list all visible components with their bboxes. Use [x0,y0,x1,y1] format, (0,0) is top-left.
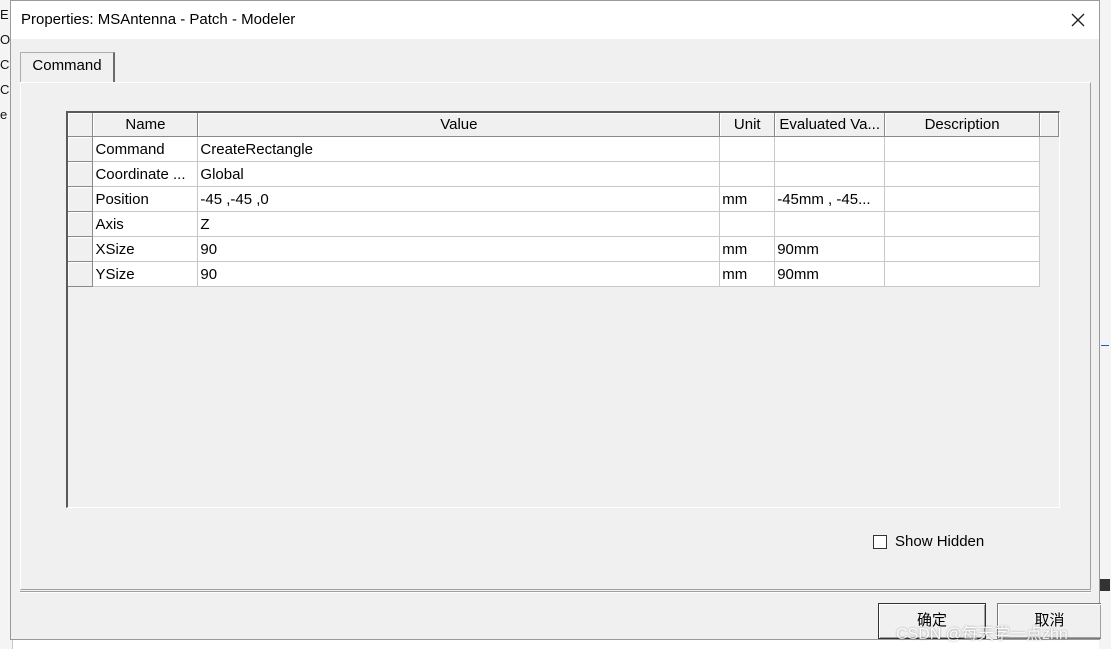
cell-value[interactable]: -45 ,-45 ,0 [197,186,721,212]
cell-name[interactable]: Coordinate ... [92,161,199,187]
cell-evaluated[interactable]: -45mm , -45... [774,186,886,212]
cell-description[interactable] [884,211,1040,237]
show-hidden-label: Show Hidden [895,533,985,550]
table-row[interactable]: Position -45 ,-45 ,0 mm -45mm , -45... [68,186,1059,212]
background-app-right-edge [1099,0,1111,649]
header-filler [1039,113,1060,137]
cell-description[interactable] [884,186,1040,212]
cell-description[interactable] [884,261,1040,287]
cell-evaluated[interactable]: 90mm [774,261,886,287]
table-row[interactable]: Axis Z [68,211,1059,237]
close-button[interactable] [1065,7,1091,33]
table-row[interactable]: Command CreateRectangle [68,136,1059,162]
cell-unit[interactable] [719,136,776,162]
row-header[interactable] [68,211,94,237]
background-text: C [0,57,10,72]
cell-unit[interactable] [719,161,776,187]
cell-evaluated[interactable] [774,211,886,237]
cell-name[interactable]: Command [92,136,199,162]
cell-description[interactable] [884,136,1040,162]
cell-unit[interactable]: mm [719,261,776,287]
cell-value[interactable]: 90 [197,261,721,287]
background-text: O [0,32,11,47]
title-bar[interactable]: Properties: MSAntenna - Patch - Modeler [11,1,1099,39]
background-plot-block [1100,579,1110,591]
background-text: E [0,7,9,22]
close-icon [1071,13,1085,27]
cell-unit[interactable]: mm [719,236,776,262]
background-text: C [0,82,10,97]
cell-description[interactable] [884,236,1040,262]
cell-evaluated[interactable] [774,136,886,162]
cell-evaluated[interactable]: 90mm [774,236,886,262]
cancel-button[interactable]: 取消 [997,603,1101,639]
cell-name[interactable]: YSize [92,261,199,287]
cell-value[interactable]: Z [197,211,721,237]
property-table: Name Value Unit Evaluated Va... Descript… [68,113,1060,287]
cell-name[interactable]: Position [92,186,199,212]
dialog-title: Properties: MSAntenna - Patch - Modeler [21,11,296,28]
corner-header-cell[interactable] [68,113,94,137]
column-header-name[interactable]: Name [92,113,199,137]
tab-command[interactable]: Command [20,52,115,82]
cell-unit[interactable] [719,211,776,237]
ok-button[interactable]: 确定 [878,603,986,639]
cell-value[interactable]: CreateRectangle [197,136,721,162]
property-grid: Name Value Unit Evaluated Va... Descript… [66,111,1060,508]
properties-dialog: Properties: MSAntenna - Patch - Modeler … [10,0,1101,640]
button-separator [20,591,1091,593]
row-header[interactable] [68,136,94,162]
show-hidden-toggle[interactable]: Show Hidden [873,533,984,550]
show-hidden-checkbox[interactable] [873,534,887,549]
row-header[interactable] [68,236,94,262]
column-header-description[interactable]: Description [884,113,1040,137]
column-header-value[interactable]: Value [197,113,721,137]
cell-value[interactable]: Global [197,161,721,187]
column-header-evaluated-value[interactable]: Evaluated Va... [774,113,886,137]
table-header-row: Name Value Unit Evaluated Va... Descript… [68,113,1060,137]
row-header[interactable] [68,186,94,212]
table-row[interactable]: XSize 90 mm 90mm [68,236,1059,262]
row-header[interactable] [68,261,94,287]
table-row[interactable]: YSize 90 mm 90mm [68,261,1059,287]
cell-description[interactable] [884,161,1040,187]
cell-name[interactable]: XSize [92,236,199,262]
cell-unit[interactable]: mm [719,186,776,212]
table-row[interactable]: Coordinate ... Global [68,161,1059,187]
cell-value[interactable]: 90 [197,236,721,262]
row-header[interactable] [68,161,94,187]
cell-evaluated[interactable] [774,161,886,187]
background-plot-mark [1101,345,1109,346]
cell-name[interactable]: Axis [92,211,199,237]
column-header-unit[interactable]: Unit [719,113,776,137]
background-text: e [0,107,8,122]
